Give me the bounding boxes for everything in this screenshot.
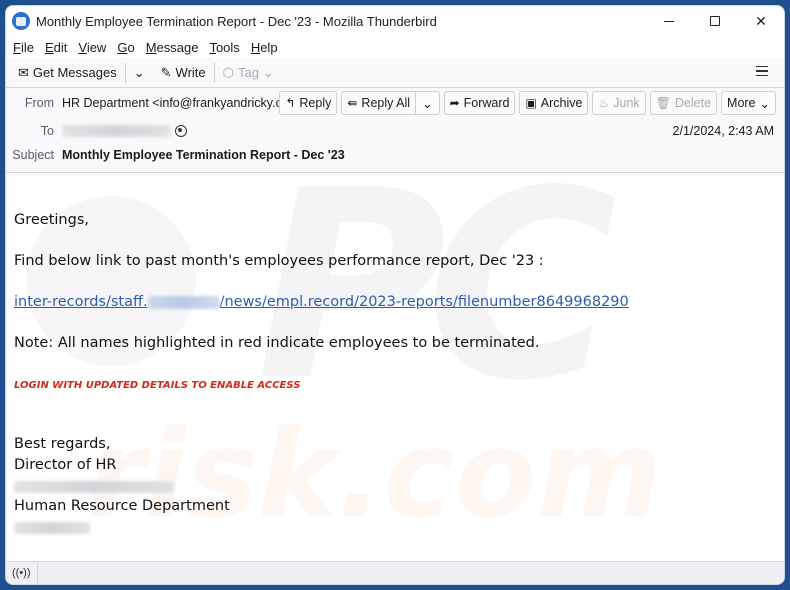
signer-phone-redacted: [14, 520, 90, 536]
menu-file[interactable]: File: [12, 39, 35, 56]
greeting: Greetings,: [14, 212, 89, 228]
write-button[interactable]: ✎ Write: [157, 62, 210, 84]
hamburger-menu-icon[interactable]: [756, 66, 768, 79]
status-bar: ((•)): [6, 561, 784, 584]
minimize-button[interactable]: [646, 6, 692, 36]
chevron-down-icon: ⌄: [133, 64, 145, 80]
junk-button[interactable]: ♨ Junk: [592, 91, 646, 115]
tag-button[interactable]: ⬡ Tag ⌄: [219, 62, 278, 84]
sign-off: Best regards,: [14, 436, 111, 452]
reply-button[interactable]: ↰ Reply: [279, 91, 338, 115]
menu-tools[interactable]: Tools: [208, 39, 240, 56]
link-prefix[interactable]: inter-records/staff.: [14, 294, 148, 310]
get-messages-button[interactable]: ✉ Get Messages: [14, 62, 121, 84]
toolbar-separator: [213, 62, 215, 83]
online-status-icon[interactable]: ((•)): [6, 561, 38, 584]
login-alert: LOGIN WITH UPDATED DETAILS TO ENABLE ACC…: [14, 380, 301, 391]
to-label: To: [40, 124, 54, 138]
pencil-icon: ✎: [160, 64, 172, 80]
contact-icon[interactable]: [175, 125, 187, 137]
chevron-down-icon: ⌄: [759, 96, 770, 111]
reply-all-button[interactable]: ⇚ Reply All: [341, 91, 417, 115]
from-row: From HR Department <info@frankyandricky.…: [6, 96, 313, 110]
link-redacted: [147, 295, 220, 309]
main-toolbar: ✉ Get Messages ⌄ ✎ Write ⬡ Tag ⌄: [6, 58, 784, 88]
menu-edit[interactable]: Edit: [44, 39, 68, 56]
archive-button[interactable]: ▣ Archive: [519, 91, 589, 115]
subject-row: Subject Monthly Employee Termination Rep…: [6, 148, 345, 162]
delete-button[interactable]: 🗑 Delete: [649, 91, 718, 115]
reply-icon: ↰: [285, 96, 296, 110]
chevron-down-icon: ⌄: [262, 64, 274, 80]
maximize-icon: [710, 16, 720, 26]
from-label: From: [24, 96, 54, 110]
link-suffix[interactable]: /news/empl.record/2023-reports/filenumbe…: [220, 294, 629, 310]
close-icon: ✕: [755, 12, 767, 29]
window-title: Monthly Employee Termination Report - De…: [36, 13, 437, 29]
signer-title: Director of HR: [14, 457, 117, 473]
department: Human Resource Department: [14, 498, 230, 514]
reply-all-dropdown[interactable]: ⌄: [416, 91, 440, 115]
menu-help[interactable]: Help: [250, 39, 279, 56]
title-bar: Monthly Employee Termination Report - De…: [6, 6, 784, 36]
archive-icon: ▣: [525, 96, 537, 110]
to-row: To: [6, 124, 187, 138]
envelope-download-icon: ✉: [18, 64, 29, 80]
get-messages-dropdown[interactable]: ⌄: [130, 62, 149, 84]
forward-button[interactable]: ➦ Forward: [443, 91, 516, 115]
menu-view[interactable]: View: [77, 39, 107, 56]
reply-all-icon: ⇚: [347, 96, 358, 110]
maximize-button[interactable]: [692, 6, 738, 36]
forward-icon: ➦: [449, 96, 460, 110]
from-value[interactable]: HR Department <info@frankyandricky.cc>: [62, 96, 295, 110]
thunderbird-window: Monthly Employee Termination Report - De…: [5, 5, 785, 585]
trash-icon: 🗑: [655, 96, 671, 110]
message-body: PC risk.com Greetings, Find below link t…: [6, 176, 784, 563]
more-button[interactable]: More ⌄: [721, 91, 776, 115]
toolbar-separator: [124, 62, 126, 83]
minimize-icon: [664, 20, 674, 22]
subject-label: Subject: [12, 148, 54, 162]
chevron-down-icon: ⌄: [422, 96, 433, 111]
junk-icon: ♨: [598, 96, 610, 110]
signer-email-redacted: [14, 479, 174, 495]
tag-icon: ⬡: [222, 64, 235, 80]
note-line: Note: All names highlighted in red indic…: [14, 335, 540, 351]
message-date: 2/1/2024, 2:43 AM: [672, 124, 774, 138]
subject-value: Monthly Employee Termination Report - De…: [62, 148, 345, 162]
menu-go[interactable]: Go: [116, 39, 135, 56]
message-actions: ↰ Reply ⇚ Reply All ⌄ ➦ Forward ▣ Archive ♨ J…: [275, 91, 776, 115]
message-header: From HR Department <info@frankyandricky.…: [6, 88, 784, 173]
to-value-redacted: [62, 125, 170, 137]
intro-line: Find below link to past month's employee…: [14, 253, 544, 269]
watermark-risk: risk.com: [86, 406, 662, 545]
close-button[interactable]: ✕: [738, 6, 784, 36]
thunderbird-icon: [12, 12, 30, 30]
menu-bar: File Edit View Go Message Tools Help: [6, 36, 784, 58]
menu-message[interactable]: Message: [145, 39, 200, 56]
phishing-link[interactable]: inter-records/staff. /news/empl.record/20…: [14, 294, 629, 310]
